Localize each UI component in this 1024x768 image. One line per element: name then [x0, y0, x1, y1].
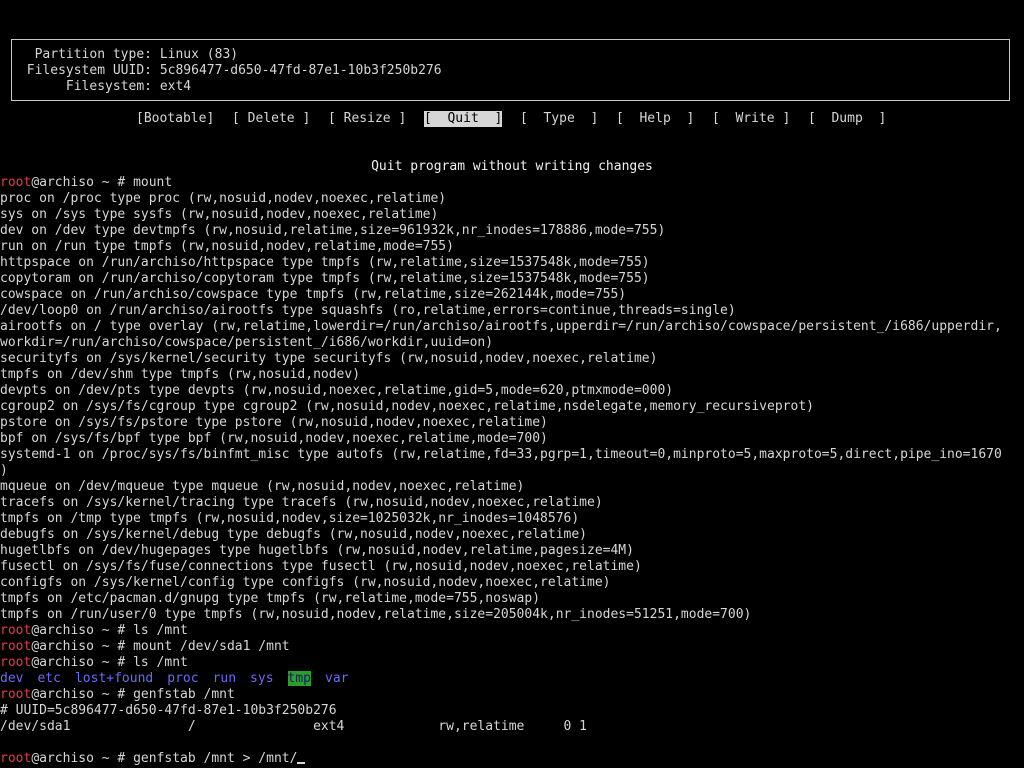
mount-output-line: bpf on /sys/fs/bpf type bpf (rw,nosuid,n…	[0, 431, 548, 446]
prompt-line: root@archiso ~ # ls /mnt	[0, 655, 1024, 671]
prompt-host: @archiso ~ #	[31, 639, 134, 654]
mount-output-line: copytoram on /run/archiso/copytoram type…	[0, 271, 650, 286]
mount-output-line: cgroup2 on /sys/fs/cgroup type cgroup2 (…	[0, 399, 814, 414]
mount-output-line: airootfs on / type overlay (rw,relatime,…	[0, 319, 1002, 334]
prompt-user: root	[0, 687, 32, 702]
prompt-host: @archiso ~ #	[31, 655, 134, 670]
directory-entry: run	[212, 671, 237, 686]
current-prompt-line[interactable]: root@archiso ~ # genfstab /mnt > /mnt/	[0, 751, 1024, 767]
prompt-line: root@archiso ~ # genfstab /mnt	[0, 687, 1024, 703]
mount-output-line: debugfs on /sys/kernel/debug type debugf…	[0, 527, 587, 542]
prompt-host: @archiso ~ #	[31, 175, 134, 190]
prompt-line: root@archiso ~ # mount /dev/sda1 /mnt	[0, 639, 1024, 655]
filesystem-value: ext4	[159, 79, 192, 94]
mount-output-line: tmpfs on /tmp type tmpfs (rw,nosuid,node…	[0, 511, 580, 526]
filesystem-uuid-value: 5c896477-d650-47fd-87e1-10b3f250b276	[159, 63, 442, 78]
command-text: mount	[133, 175, 173, 190]
filesystem-uuid-label: Filesystem UUID:	[26, 63, 152, 78]
text-cursor	[297, 762, 306, 764]
fstab-comment: # UUID=5c896477-d650-47fd-87e1-10b3f250b…	[0, 703, 337, 718]
quit-button[interactable]: [ Quit ]	[424, 111, 503, 127]
dump-button[interactable]: [ Dump ]	[808, 111, 886, 127]
bootable-button[interactable]: [Bootable]	[136, 111, 214, 127]
mount-output-line: tmpfs on /etc/pacman.d/gnupg type tmpfs …	[0, 591, 541, 606]
directory-entry: proc	[167, 671, 199, 686]
resize-button[interactable]: [ Resize ]	[328, 111, 406, 127]
directory-entry: dev	[0, 671, 24, 686]
directory-entry: tmp	[287, 671, 312, 686]
mount-output-line: mqueue on /dev/mqueue type mqueue (rw,no…	[0, 479, 525, 494]
mount-output-line: proc on /proc type proc (rw,nosuid,nodev…	[0, 191, 447, 206]
mount-output-line: securityfs on /sys/kernel/security type …	[0, 351, 658, 366]
mount-output-line: dev on /dev type devtmpfs (rw,nosuid,rel…	[0, 223, 666, 238]
delete-button[interactable]: [ Delete ]	[232, 111, 310, 127]
mount-output-line: systemd-1 on /proc/sys/fs/binfmt_misc ty…	[0, 447, 1002, 462]
mount-output-line: tmpfs on /run/user/0 type tmpfs (rw,nosu…	[0, 607, 752, 622]
mount-output: proc on /proc type proc (rw,nosuid,nodev…	[0, 191, 1024, 623]
terminal-output[interactable]: root@archiso ~ # mount proc on /proc typ…	[0, 175, 1024, 768]
menu-hint: Quit program without writing changes	[371, 159, 653, 174]
directory-entry: var	[325, 671, 349, 686]
command-text: ls /mnt	[133, 623, 188, 638]
mount-output-line: )	[0, 463, 8, 478]
prompt-user: root	[0, 175, 32, 190]
prompt-line: root@archiso ~ # ls /mnt	[0, 623, 1024, 639]
prompt-host: @archiso ~ #	[31, 687, 134, 702]
prompt-host: @archiso ~ #	[31, 623, 134, 638]
fstab-line: /dev/sda1 / ext4 rw,relatime 0 1	[0, 719, 587, 734]
command-text: genfstab /mnt	[133, 687, 235, 702]
ls-output: dev etc lost+found proc run sys tmp var	[0, 671, 1024, 687]
prompt-user: root	[0, 655, 32, 670]
filesystem-label: Filesystem:	[65, 79, 152, 94]
mount-output-line: /dev/loop0 on /run/archiso/airootfs type…	[0, 303, 736, 318]
command-text: mount /dev/sda1 /mnt	[133, 639, 290, 654]
mount-output-line: hugetlbfs on /dev/hugepages type hugetlb…	[0, 543, 634, 558]
type-button[interactable]: [ Type ]	[520, 111, 598, 127]
mount-output-line: devpts on /dev/pts type devpts (rw,nosui…	[0, 383, 674, 398]
mount-output-line: workdir=/run/archiso/cowspace/persistent…	[0, 335, 494, 350]
prompt-host: @archiso ~ #	[31, 751, 134, 766]
write-button[interactable]: [ Write ]	[712, 111, 790, 127]
directory-entry: lost+found	[74, 671, 154, 686]
cfdisk-menu: [Bootable] [ Delete ] [ Resize ] [ Quit …	[0, 111, 1024, 127]
mount-output-line: configfs on /sys/kernel/config type conf…	[0, 575, 611, 590]
current-command[interactable]: genfstab /mnt > /mnt/	[133, 751, 297, 766]
prompt-user: root	[0, 751, 32, 766]
command-text: ls /mnt	[133, 655, 188, 670]
directory-entry: sys	[250, 671, 274, 686]
partition-type-label: Partition type:	[34, 47, 152, 62]
mount-output-line: fusectl on /sys/fs/fuse/connections type…	[0, 559, 642, 574]
prompt-user: root	[0, 623, 32, 638]
mount-output-line: cowspace on /run/archiso/cowspace type t…	[0, 287, 627, 302]
filesystem-line: Filesystem: ext4	[16, 79, 191, 95]
mount-output-line: tracefs on /sys/kernel/tracing type trac…	[0, 495, 603, 510]
mount-output-line: httpspace on /run/archiso/httpspace type…	[0, 255, 650, 270]
filesystem-uuid-line: Filesystem UUID: 5c896477-d650-47fd-87e1…	[16, 63, 442, 79]
partition-type-value: Linux (83)	[159, 47, 239, 62]
prompt-line: root@archiso ~ # mount	[0, 175, 1024, 191]
mount-output-line: sys on /sys type sysfs (rw,nosuid,nodev,…	[0, 207, 439, 222]
mount-output-line: pstore on /sys/fs/pstore type pstore (rw…	[0, 415, 548, 430]
prompt-user: root	[0, 639, 32, 654]
mount-output-line: run on /run type tmpfs (rw,nosuid,nodev,…	[0, 239, 454, 254]
partition-info-box: Partition type: Linux (83) Filesystem UU…	[11, 39, 1010, 101]
help-button[interactable]: [ Help ]	[616, 111, 694, 127]
directory-entry: etc	[37, 671, 61, 686]
mount-output-line: tmpfs on /dev/shm type tmpfs (rw,nosuid,…	[0, 367, 361, 382]
partition-type-line: Partition type: Linux (83)	[16, 47, 239, 63]
